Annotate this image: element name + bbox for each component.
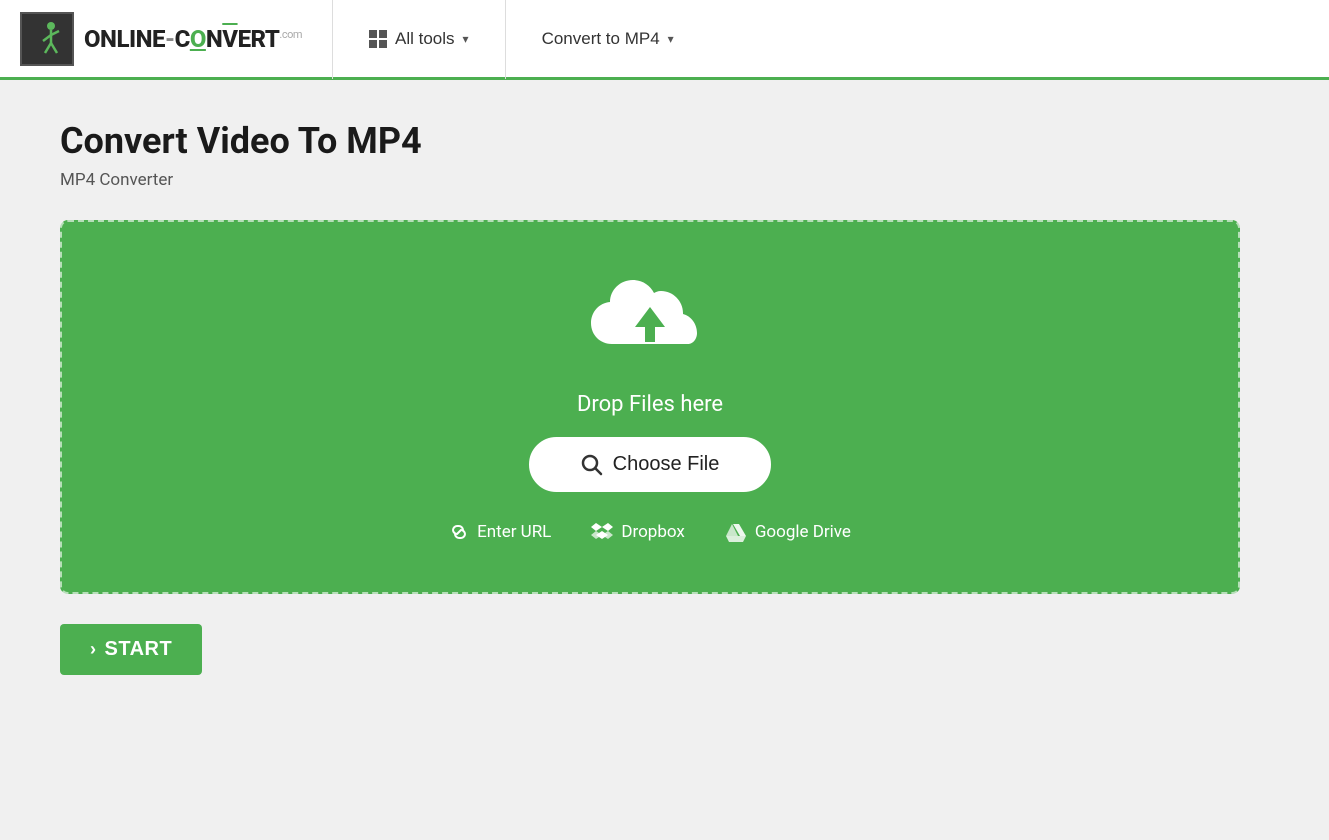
- drop-files-text: Drop Files here: [577, 392, 723, 417]
- logo-text: ONLINE-CONVERT.com: [84, 25, 302, 53]
- enter-url-label: Enter URL: [477, 522, 551, 542]
- google-drive-label: Google Drive: [755, 522, 851, 542]
- upload-drop-zone[interactable]: Drop Files here Choose File Enter URL: [60, 220, 1240, 594]
- search-icon: [581, 454, 603, 476]
- google-drive-link[interactable]: Google Drive: [725, 522, 851, 542]
- all-tools-chevron: ▾: [463, 32, 469, 46]
- cloud-upload-icon: [585, 272, 715, 372]
- google-drive-icon: [725, 522, 747, 542]
- convert-to-mp4-chevron: ▾: [668, 32, 674, 46]
- upload-links: Enter URL Dropbox Google Drive: [449, 522, 851, 542]
- start-label: START: [105, 638, 173, 661]
- header: ONLINE-CONVERT.com All tools ▾ Convert t…: [0, 0, 1329, 80]
- all-tools-button[interactable]: All tools ▾: [353, 21, 485, 57]
- page-subtitle: MP4 Converter: [60, 170, 1269, 190]
- page-title: Convert Video To MP4: [60, 120, 1269, 162]
- dropbox-label: Dropbox: [621, 522, 685, 542]
- all-tools-label: All tools: [395, 29, 455, 49]
- choose-file-button[interactable]: Choose File: [529, 437, 772, 492]
- start-button[interactable]: › START: [60, 624, 202, 675]
- logo-person-icon: [31, 21, 63, 57]
- logo[interactable]: ONLINE-CONVERT.com: [20, 12, 302, 66]
- enter-url-link[interactable]: Enter URL: [449, 522, 551, 542]
- logo-icon-box: [20, 12, 74, 66]
- dropbox-icon: [591, 522, 613, 542]
- link-icon: [449, 522, 469, 542]
- start-chevron-icon: ›: [90, 639, 97, 660]
- convert-to-mp4-label: Convert to MP4: [542, 29, 660, 49]
- grid-icon: [369, 30, 387, 48]
- main-content: Convert Video To MP4 MP4 Converter Drop …: [0, 80, 1329, 715]
- convert-to-mp4-button[interactable]: Convert to MP4 ▾: [526, 21, 690, 57]
- choose-file-label: Choose File: [613, 453, 720, 476]
- nav-divider-2: [505, 0, 506, 79]
- dropbox-link[interactable]: Dropbox: [591, 522, 685, 542]
- nav-divider-1: [332, 0, 333, 79]
